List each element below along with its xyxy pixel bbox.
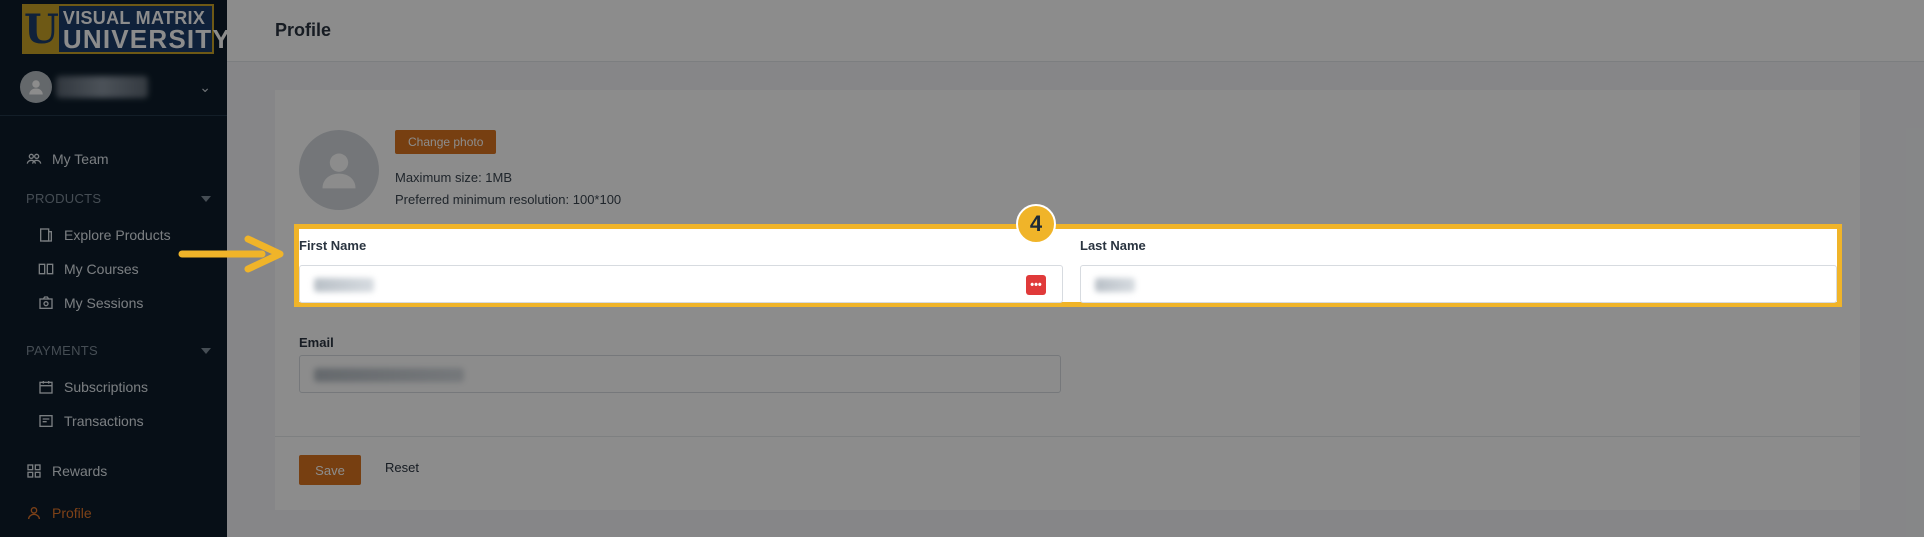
last-name-label: Last Name bbox=[1080, 238, 1146, 253]
first-name-label: First Name bbox=[299, 238, 367, 253]
pointer-arrow-icon bbox=[178, 235, 284, 273]
step-number-badge: 4 bbox=[1016, 204, 1056, 244]
last-name-value-blurred bbox=[1095, 278, 1135, 292]
password-manager-icon[interactable]: ••• bbox=[1026, 275, 1046, 295]
last-name-field[interactable] bbox=[1080, 265, 1837, 303]
first-name-field[interactable]: ••• bbox=[299, 265, 1063, 303]
first-name-value-blurred bbox=[314, 278, 374, 292]
highlight-box: First Name ••• Last Name bbox=[294, 224, 1842, 307]
